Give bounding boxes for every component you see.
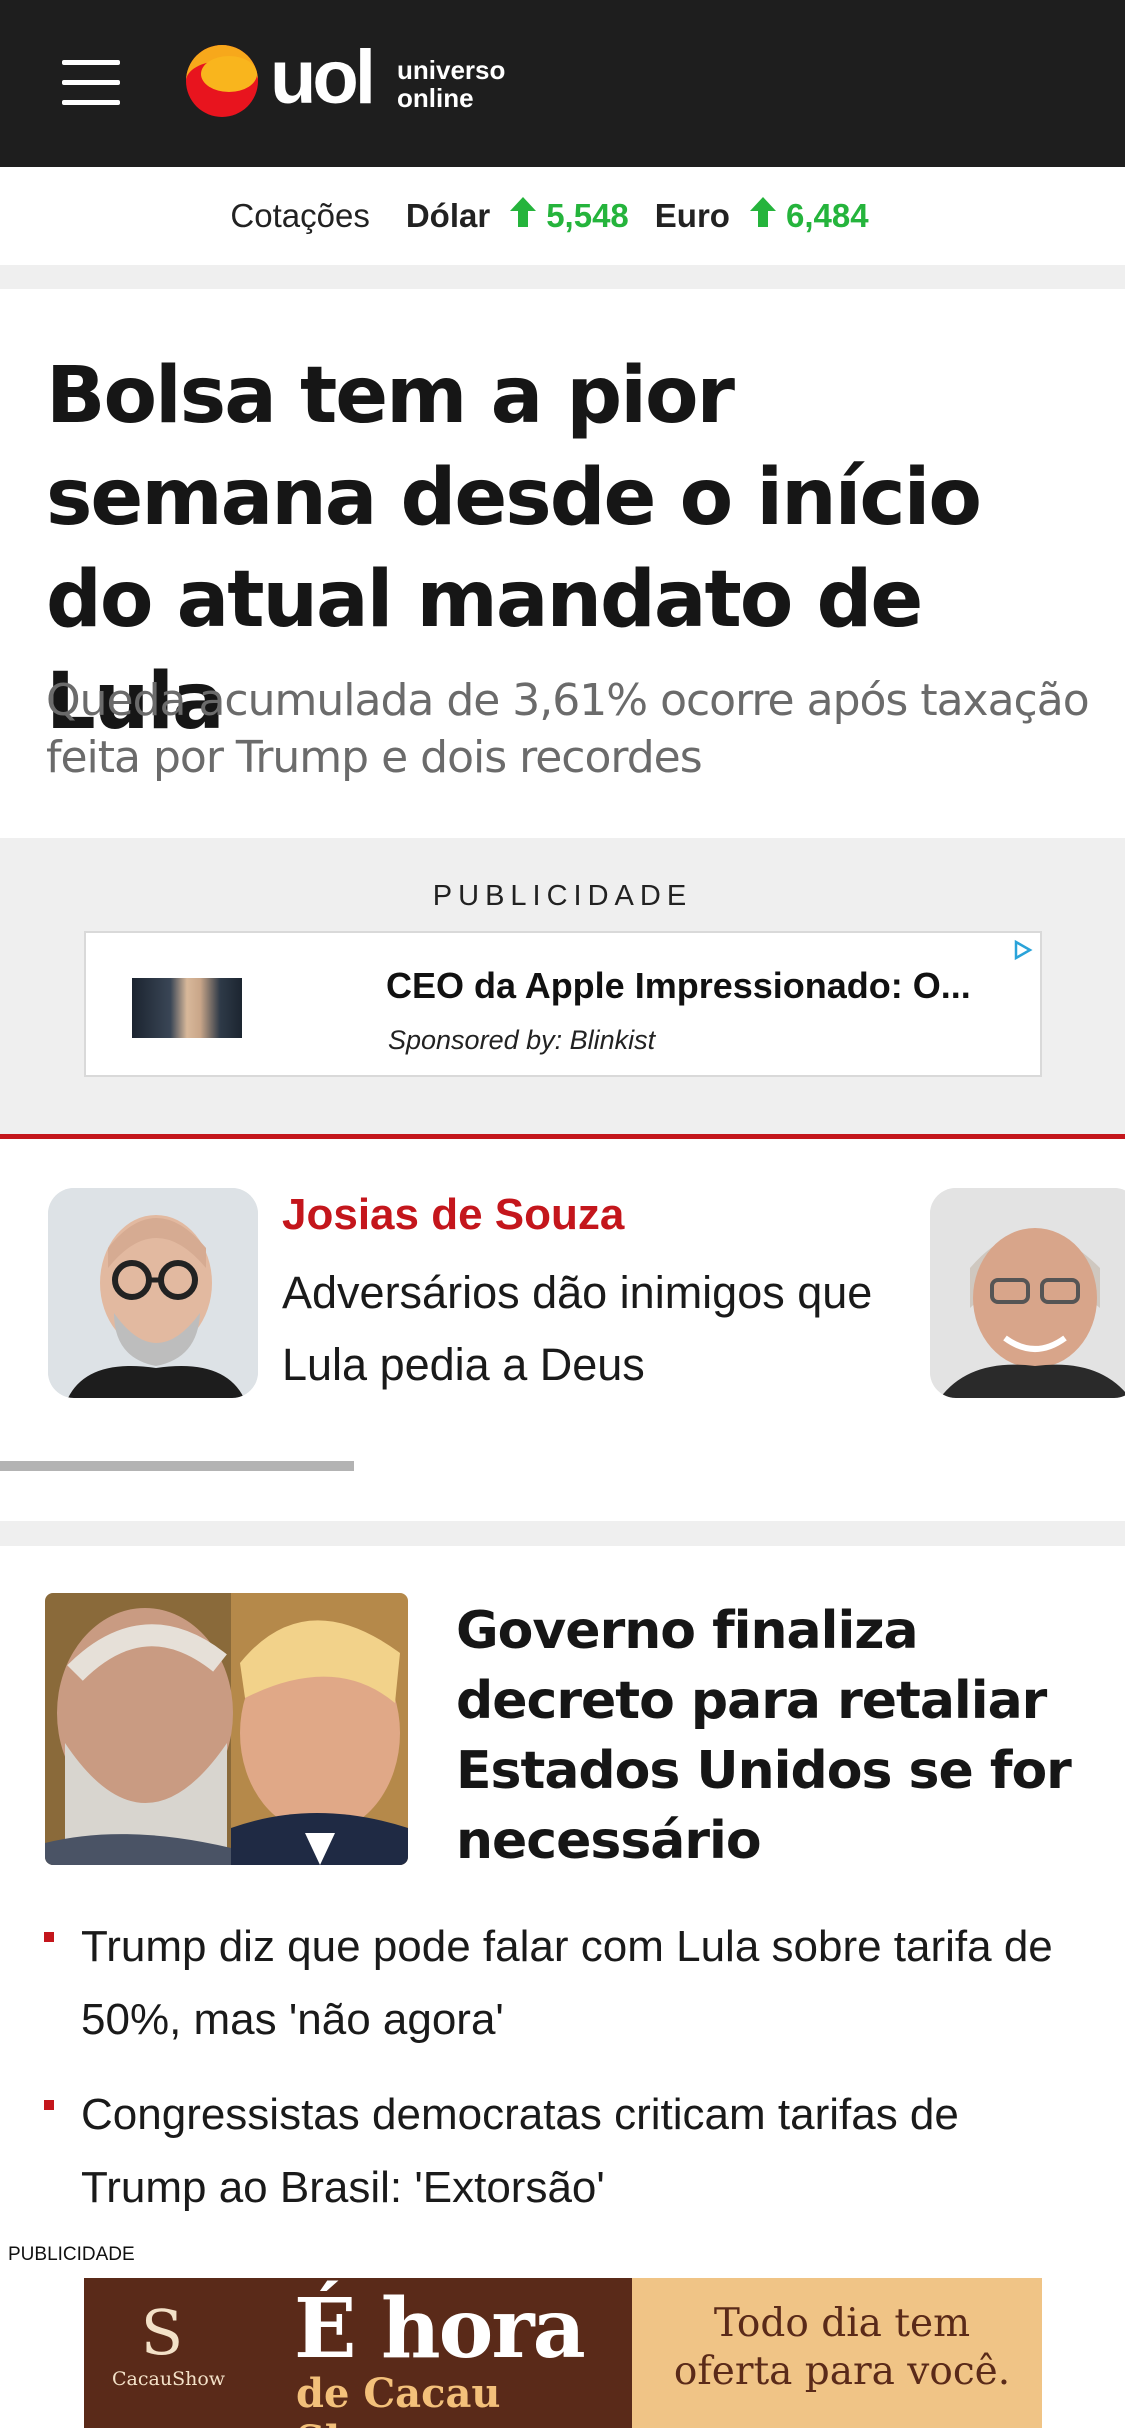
sticky-bottom-ad: PUBLICIDADE S CacauShow É hora de Cacau … [0,2242,1125,2436]
uol-logo-mark [186,45,258,117]
quote-value-euro: 6,484 [785,197,869,234]
quote-currency-euro: Euro [654,197,730,234]
logo-sub-line1: universo [397,55,506,85]
banner-offer-text: Todo dia tem oferta para você. [673,2301,1011,2394]
cacau-show-banner[interactable]: S CacauShow É hora de Cacau Show Todo di… [84,2278,1042,2428]
quote-currency-dollar: Dólar [405,197,491,234]
section-divider [0,265,1125,289]
banner-headline: É hora [294,2281,586,2377]
uol-logo[interactable]: uol universo online [185,38,545,124]
ad-thumbnail [132,978,242,1038]
columnist-author[interactable]: Josias de Souza [282,1190,624,1240]
story-title[interactable]: Governo finaliza decreto para retaliar E… [456,1596,1096,1876]
columnist-section-rule [0,1134,1125,1139]
related-link-text: Congressistas democratas criticam tarifa… [81,2090,959,2212]
adchoices-icon[interactable] [1012,939,1034,961]
sponsored-ad-card[interactable]: CEO da Apple Impressionado: O... Sponsor… [84,931,1042,1077]
banner-left-panel: S CacauShow É hora de Cacau Show [84,2278,632,2428]
carousel-scroll-indicator[interactable] [0,1461,354,1471]
banner-subheadline: de Cacau Show [296,2370,501,2428]
arrow-up-icon [749,196,776,236]
top-header: uol universo online [0,0,1125,167]
quotes-label: Cotações [230,197,370,234]
banner-right-panel: Todo dia tem oferta para você. [632,2278,1042,2428]
related-links-list: Trump diz que pode falar com Lula sobre … [44,1910,1094,2246]
columnist-title[interactable]: Adversários dão inimigos que Lula pedia … [282,1257,882,1401]
next-columnist-photo[interactable] [930,1188,1125,1398]
cacau-show-logo: S CacauShow [112,2296,226,2408]
related-link-text: Trump diz que pode falar com Lula sobre … [81,1922,1053,2044]
ad-section: PUBLICIDADE CEO da Apple Impressionado: … [0,838,1125,1134]
uol-logo-subtitle: universo online [397,56,505,112]
logo-sub-line2: online [397,83,474,113]
currency-quotes-bar[interactable]: Cotações Dólar 5,548 Euro 6,484 [0,167,1125,265]
bullet-square-icon [44,1932,54,1942]
lead-subhead[interactable]: Queda acumulada de 3,61% ocorre após tax… [46,672,1096,786]
hamburger-menu-icon[interactable] [62,60,120,106]
story-image[interactable] [45,1593,408,1865]
cacau-show-logo-mark: S [140,2296,184,2369]
section-divider [0,1521,1125,1546]
ad-sponsor: Sponsored by: Blinkist [388,1025,656,1055]
bullet-square-icon [44,2100,54,2110]
ad-label: PUBLICIDADE [432,880,693,912]
sticky-ad-label: PUBLICIDADE [6,2244,137,2266]
related-link[interactable]: Trump diz que pode falar com Lula sobre … [44,1910,1094,2056]
uol-logo-word: uol [270,35,376,120]
quote-value-dollar: 5,548 [546,197,629,234]
cacau-show-logo-text: CacauShow [112,2368,226,2390]
related-link[interactable]: Congressistas democratas criticam tarifa… [44,2078,1094,2224]
columnist-photo[interactable] [48,1188,258,1398]
ad-title: CEO da Apple Impressionado: O... [386,965,971,1006]
arrow-up-icon [510,196,537,236]
